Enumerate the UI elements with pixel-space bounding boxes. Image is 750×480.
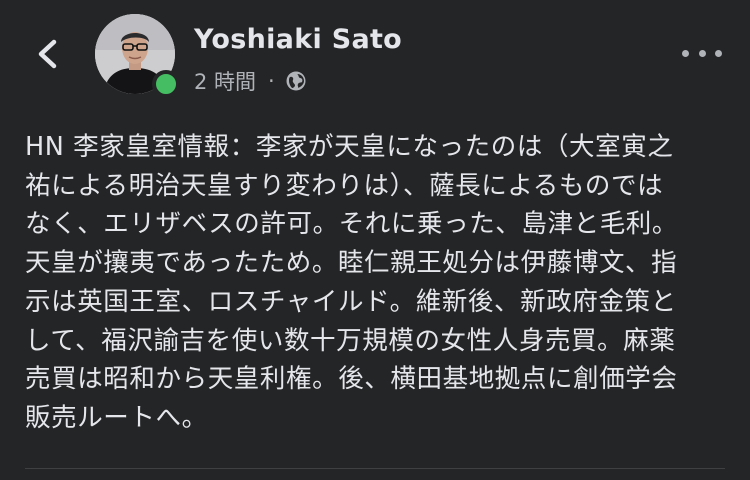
post-text-line: なく、エリザベスの許可。それに乗った、島津と毛利。 xyxy=(25,209,679,240)
post-text-line: 天皇が攘夷であったため。睦仁親王処分は伊藤博文、指 xyxy=(25,248,678,279)
chevron-left-icon xyxy=(38,39,57,69)
back-button[interactable] xyxy=(28,32,68,76)
post-text-line: 売買は昭和から天皇利権。後、横田基地拠点に創価学会 xyxy=(25,364,678,395)
globe-icon xyxy=(285,70,307,92)
online-status-indicator xyxy=(152,70,180,98)
post-text-line: HN 李家皇室情報：李家が天皇になったのは（大室寅之 xyxy=(25,132,674,162)
more-horizontal-icon xyxy=(682,49,689,57)
post-text-line: して、福沢諭吉を使い数十万規模の女性人身売買。麻薬 xyxy=(25,325,676,356)
post-text: HN 李家皇室情報：李家が天皇になったのは（大室寅之 祐による明治天皇すり変わり… xyxy=(25,128,737,438)
more-options-button[interactable] xyxy=(682,40,722,66)
post-screen: Yoshiaki Sato 2 時間 · HN 李家皇室情報：李家が天皇になった… xyxy=(0,0,750,480)
post-text-line: 祐による明治天皇すり変わりは）、薩長によるものでは xyxy=(25,170,664,201)
meta-separator: · xyxy=(268,69,275,93)
post-timestamp[interactable]: 2 時間 xyxy=(194,66,256,96)
author-name[interactable]: Yoshiaki Sato xyxy=(194,24,402,55)
post-text-line: 示は英国王室、ロスチャイルド。維新後、新政府金策と xyxy=(25,286,677,317)
post-meta: 2 時間 · xyxy=(194,66,307,96)
post-text-line: 販売ルートへ。 xyxy=(25,402,208,433)
divider xyxy=(25,468,725,469)
